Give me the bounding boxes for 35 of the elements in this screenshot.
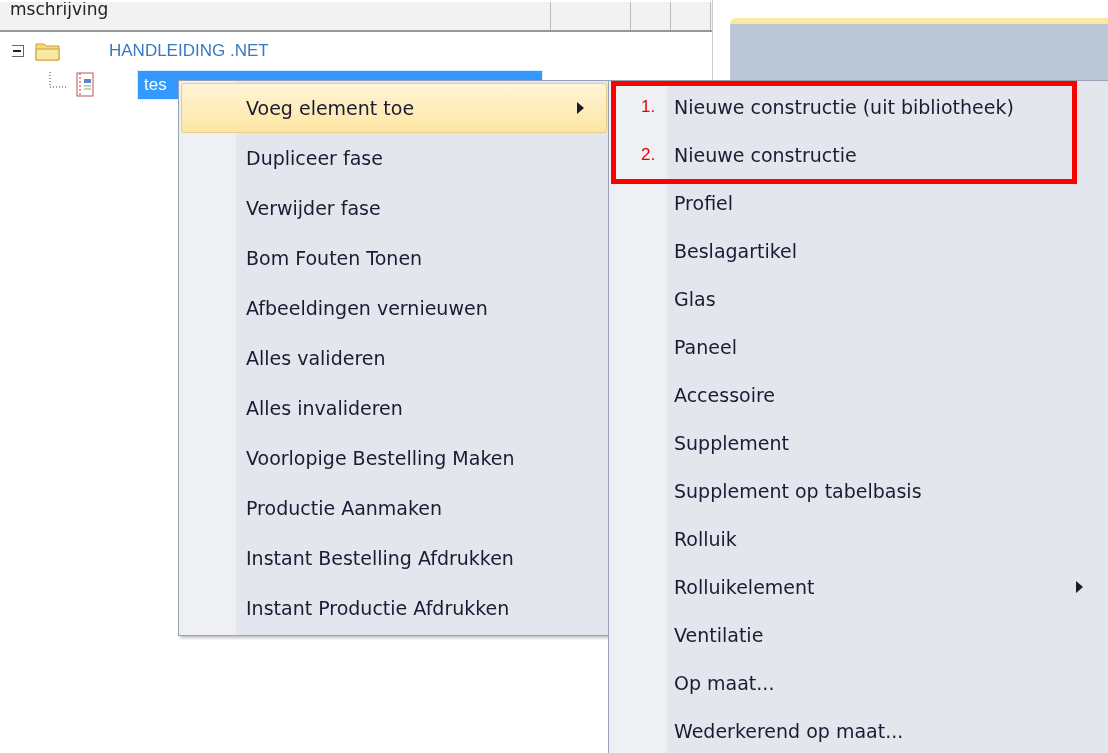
menu-item[interactable]: Glas [609,275,1108,323]
menu-item[interactable]: 2. Nieuwe constructie [609,131,1108,179]
menu-item[interactable]: Alles valideren [181,333,607,383]
menu-item[interactable]: Wederkerend op maat... [609,707,1108,753]
tree-connector-icon [49,72,67,90]
folder-icon [35,41,61,61]
menu-item[interactable]: Profiel [609,179,1108,227]
menu-item[interactable]: Alles invalideren [181,383,607,433]
menu-item[interactable]: Dupliceer fase [181,133,607,183]
submenu-arrow-icon [577,102,584,114]
menu-item[interactable]: Instant Productie Afdrukken [181,583,607,633]
menu-item[interactable]: 1. Nieuwe constructie (uit bibliotheek) [609,83,1108,131]
document-icon [75,72,97,98]
submenu-arrow-icon [1076,581,1083,593]
menu-item[interactable]: Beslagartikel [609,227,1108,275]
collapse-icon[interactable] [12,45,24,57]
menu-item[interactable]: Supplement [609,419,1108,467]
step-number: 2. [641,145,656,165]
menu-item[interactable]: Bom Fouten Tonen [181,233,607,283]
step-number: 1. [641,97,656,117]
column-header[interactable]: mschrijving [0,2,712,32]
menu-item[interactable]: Productie Aanmaken [181,483,607,533]
menu-item[interactable]: Voorlopige Bestelling Maken [181,433,607,483]
menu-item[interactable]: Accessoire [609,371,1108,419]
menu-item[interactable]: Rolluik [609,515,1108,563]
menu-item[interactable]: Instant Bestelling Afdrukken [181,533,607,583]
menu-item[interactable]: Voeg element toe [181,83,607,133]
menu-item[interactable]: Supplement op tabelbasis [609,467,1108,515]
menu-item[interactable]: Op maat... [609,659,1108,707]
menu-item[interactable]: Paneel [609,323,1108,371]
tree-item[interactable]: HANDLEIDING .NET [109,41,269,61]
menu-item[interactable]: Afbeeldingen vernieuwen [181,283,607,333]
menu-item[interactable]: Rolluikelement [609,563,1108,611]
menu-item[interactable]: Ventilatie [609,611,1108,659]
menu-item[interactable]: Verwijder fase [181,183,607,233]
